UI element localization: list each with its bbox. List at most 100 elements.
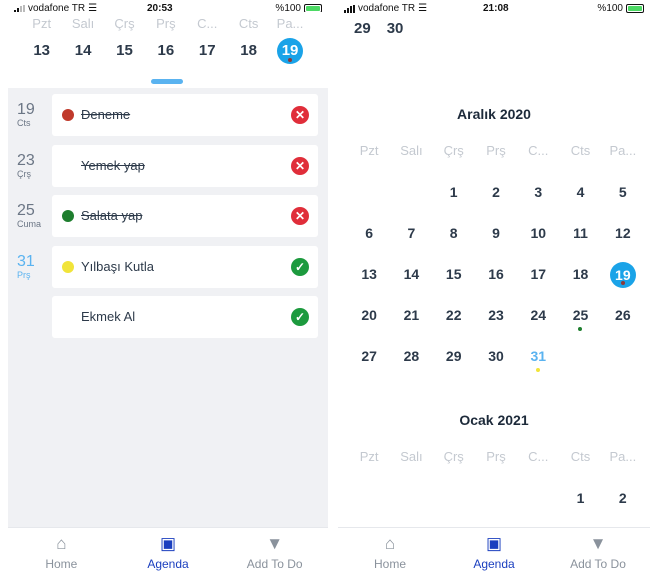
calendar-day[interactable]: 2 <box>475 180 517 221</box>
week-row: 6 7 8 9 10 11 12 <box>348 221 644 262</box>
week-day-name: C... <box>197 16 218 31</box>
battery-percent: %100 <box>597 3 623 14</box>
agenda-row: 19 Cts Deneme ✕ <box>8 94 328 136</box>
calendar-day[interactable]: 14 <box>390 262 432 303</box>
home-icon: ⌂ <box>384 534 396 553</box>
agenda-row: 31 Prş Yılbaşı Kutla ✓ <box>8 245 328 288</box>
todo-title: Ekmek Al <box>81 309 136 324</box>
calendar-day[interactable]: 28 <box>390 344 432 385</box>
calendar-day[interactable]: 3 <box>517 180 559 221</box>
weekday-name: Pzt <box>359 449 379 464</box>
calendar-day[interactable]: 21 <box>390 303 432 344</box>
empty-day <box>433 486 475 527</box>
calendar-day[interactable]: 6 <box>348 221 390 262</box>
tab-label: Agenda <box>147 557 189 571</box>
calendar-day[interactable]: 23 <box>475 303 517 344</box>
todo-card[interactable]: Ekmek Al ✓ <box>52 296 318 338</box>
calendar-day[interactable]: 11 <box>559 221 601 262</box>
calendar-day[interactable]: 29 <box>354 20 371 37</box>
tab-agenda[interactable]: ▣ Agenda <box>442 528 546 581</box>
calendar-day[interactable]: 18 <box>559 262 601 303</box>
delete-icon[interactable]: ✕ <box>291 207 309 225</box>
empty-day <box>348 180 390 221</box>
calendar-day[interactable]: 30 <box>387 20 404 37</box>
week-row: 20 21 22 23 24 25 26 <box>348 303 644 344</box>
weekday-header: Pzt Salı Çrş Prş C... Cts Pa... <box>348 139 644 180</box>
empty-day <box>390 486 432 527</box>
calendar-day[interactable]: 19 <box>602 262 644 303</box>
agenda-day-number: 23 <box>17 151 35 169</box>
calendar-day[interactable]: 27 <box>348 344 390 385</box>
weekday-name: Prş <box>486 449 506 464</box>
calendar-day[interactable]: 4 <box>559 180 601 221</box>
calendar-day[interactable]: 20 <box>348 303 390 344</box>
week-day[interactable]: 14 <box>62 42 103 64</box>
calendar-day[interactable]: 24 <box>517 303 559 344</box>
empty-day <box>517 486 559 527</box>
calendar-day[interactable]: 7 <box>390 221 432 262</box>
calendar-day[interactable]: 31 <box>517 344 559 385</box>
tab-home[interactable]: ⌂ Home <box>338 528 442 581</box>
calendar-day[interactable]: 17 <box>517 262 559 303</box>
weekday-name: Pzt <box>359 143 379 158</box>
wifi-icon: ☰ <box>418 3 428 14</box>
week-day[interactable]: 13 <box>21 42 62 64</box>
weekday-name: Salı <box>400 449 423 464</box>
selected-day[interactable]: 19 <box>277 38 304 64</box>
calendar-day[interactable]: 29 <box>433 344 475 385</box>
calendar-expand-handle[interactable] <box>151 79 183 84</box>
todo-card[interactable]: Salata yap ✕ <box>52 195 318 237</box>
calendar-day[interactable]: 30 <box>475 344 517 385</box>
tab-add-to-do[interactable]: ▼ Add To Do <box>221 528 328 581</box>
week-day[interactable]: 19 <box>269 38 310 64</box>
todo-card[interactable]: Yılbaşı Kutla ✓ <box>52 245 318 288</box>
check-icon[interactable]: ✓ <box>291 257 309 276</box>
empty-day <box>390 180 432 221</box>
week-day[interactable]: 17 <box>187 42 228 64</box>
calendar-day[interactable]: 8 <box>433 221 475 262</box>
week-day[interactable]: 18 <box>228 42 269 64</box>
month-title: Ocak 2021 <box>459 412 529 428</box>
agenda-row: 23 Çrş Yemek yap ✕ <box>8 144 328 187</box>
week-day-name: Pzt <box>32 16 52 31</box>
calendar-day[interactable]: 1 <box>559 486 601 527</box>
carrier-name: vodafone TR <box>358 3 416 14</box>
color-dot <box>62 260 74 273</box>
month-calendar-screen: vodafone TR ☰ 21:08 %100 29 30 Aralık 20… <box>338 0 650 581</box>
calendar-day[interactable]: 9 <box>475 221 517 262</box>
calendar-day[interactable]: 16 <box>475 262 517 303</box>
previous-month-tail: 29 30 <box>354 20 403 37</box>
week-day[interactable]: 16 <box>145 42 186 64</box>
todo-card[interactable]: Deneme ✕ <box>52 94 318 136</box>
calendar-day[interactable]: 13 <box>348 262 390 303</box>
delete-icon[interactable]: ✕ <box>291 156 309 175</box>
week-day-name: Prş <box>156 16 176 31</box>
tab-agenda[interactable]: ▣ Agenda <box>115 528 222 581</box>
event-dot <box>578 327 583 331</box>
calendar-day[interactable]: 10 <box>517 221 559 262</box>
tab-label: Agenda <box>473 557 515 571</box>
calendar-day[interactable]: 26 <box>602 303 644 344</box>
calendar-day[interactable]: 12 <box>602 221 644 262</box>
empty-day <box>602 344 644 385</box>
calendar-day[interactable]: 1 <box>433 180 475 221</box>
week-day[interactable]: 15 <box>104 42 145 64</box>
tab-add-to-do[interactable]: ▼ Add To Do <box>546 528 650 581</box>
agenda-day-number: 31 <box>17 252 35 270</box>
calendar-day[interactable]: 5 <box>602 180 644 221</box>
check-icon[interactable]: ✓ <box>291 308 309 326</box>
calendar-day[interactable]: 25 <box>559 303 601 344</box>
tab-home[interactable]: ⌂ Home <box>8 528 115 581</box>
week-row: 12345 <box>348 180 644 221</box>
status-bar: vodafone TR ☰ 21:08 %100 <box>338 0 650 16</box>
weekday-name: C... <box>528 449 549 464</box>
selected-day[interactable]: 19 <box>609 262 636 288</box>
calendar-day[interactable]: 2 <box>602 486 644 527</box>
todo-card[interactable]: Yemek yap ✕ <box>52 144 318 187</box>
month-title: Aralık 2020 <box>457 106 531 122</box>
calendar-day[interactable]: 15 <box>433 262 475 303</box>
weekday-name: Çrş <box>443 449 464 464</box>
color-dot <box>62 109 74 121</box>
calendar-day[interactable]: 22 <box>433 303 475 344</box>
delete-icon[interactable]: ✕ <box>291 106 309 124</box>
